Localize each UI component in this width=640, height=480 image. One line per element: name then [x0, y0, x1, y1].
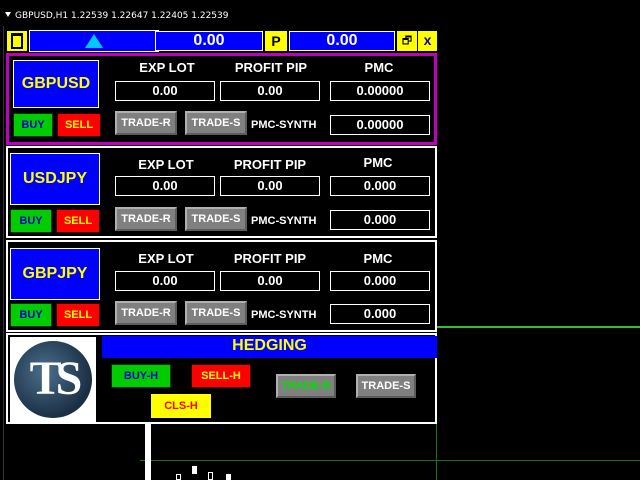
trade-r-button[interactable]: TRADE-R [115, 111, 177, 135]
pmc-synth-label: PMC-SYNTH [251, 215, 317, 227]
hedge-trade-s-button[interactable]: TRADE-S [356, 374, 416, 398]
profit-pip-label: PROFIT PIP [233, 251, 307, 266]
logo-text: TS [29, 352, 83, 405]
close-button[interactable]: x [418, 31, 437, 51]
bottom-panel: TS HEDGING BUY-H SELL-H CLS-H TRADE-R TR… [6, 333, 437, 424]
exp-lot-label: EXP LOT [139, 60, 195, 75]
trade-r-button[interactable]: TRADE-R [115, 207, 177, 231]
total-value-left: 0.00 [155, 31, 263, 51]
symbol-label[interactable]: GBPJPY [10, 248, 100, 300]
trade-r-button[interactable]: TRADE-R [115, 301, 177, 325]
buy-h-button[interactable]: BUY-H [111, 364, 171, 388]
triangle-up-icon [85, 34, 103, 48]
chart-left-border [3, 26, 4, 480]
pmc-synth-label: PMC-SYNTH [251, 119, 317, 131]
pmc-value: 0.000 [330, 271, 430, 291]
exp-lot-label: EXP LOT [138, 157, 194, 172]
chart-menu-arrow-icon[interactable] [5, 12, 11, 17]
exp-lot-value: 0.00 [115, 81, 215, 101]
pmc-value: 0.00000 [330, 81, 430, 101]
chart-candle [145, 422, 151, 480]
chart-symbol-info: GBPUSD,H1 1.22539 1.22647 1.22405 1.2253… [15, 11, 229, 21]
sell-button[interactable]: SELL [56, 303, 100, 327]
trade-s-button[interactable]: TRADE-S [185, 207, 247, 231]
pmc-label: PMC [363, 155, 393, 170]
chart-title-bar: GBPUSD,H1 1.22539 1.22647 1.22405 1.2253… [0, 0, 640, 30]
pmc-synth-value: 0.000 [330, 210, 430, 230]
cls-h-button[interactable]: CLS-H [151, 394, 211, 418]
symbol-panel-usdjpy[interactable]: USDJPY BUY SELL EXP LOT PROFIT PIP PMC 0… [6, 146, 437, 238]
profit-p-button[interactable]: P [265, 31, 287, 51]
trash-icon[interactable] [6, 30, 28, 52]
chart-candle [226, 474, 231, 480]
sell-h-button[interactable]: SELL-H [191, 364, 251, 388]
hedge-trade-r-button[interactable]: TRADE-R [276, 374, 336, 398]
symbol-label[interactable]: USDJPY [10, 153, 100, 205]
exp-lot-value: 0.00 [115, 176, 215, 196]
chart-candle [208, 472, 213, 480]
chart-grid-line [140, 460, 640, 461]
total-value-right: 0.00 [289, 31, 395, 51]
restore-window-icon[interactable]: 🗗 [397, 31, 417, 51]
chart-grid-line [436, 326, 640, 328]
hedging-header: HEDGING [102, 336, 437, 358]
symbol-panel-gbpusd[interactable]: GBPUSD BUY SELL EXP LOT PROFIT PIP PMC 0… [6, 53, 437, 145]
pmc-synth-value: 0.00000 [330, 115, 430, 135]
profit-pip-value: 0.00 [220, 271, 320, 291]
exp-lot-value: 0.00 [115, 271, 215, 291]
profit-pip-label: PROFIT PIP [234, 60, 308, 75]
sell-button[interactable]: SELL [57, 113, 101, 137]
symbol-panel-gbpjpy[interactable]: GBPJPY BUY SELL EXP LOT PROFIT PIP PMC 0… [6, 240, 437, 332]
pmc-label: PMC [364, 60, 394, 75]
buy-button[interactable]: BUY [10, 303, 52, 327]
logo-frame: TS [10, 337, 96, 422]
pmc-label: PMC [363, 251, 393, 266]
hedging-title: HEDGING [232, 337, 307, 354]
pmc-synth-label: PMC-SYNTH [251, 309, 317, 321]
pmc-value: 0.000 [330, 176, 430, 196]
ts-logo-icon: TS [14, 341, 92, 418]
trade-s-button[interactable]: TRADE-S [185, 301, 247, 325]
chart-candle [192, 466, 197, 474]
chart-candle [176, 474, 181, 480]
profit-pip-value: 0.00 [220, 176, 320, 196]
ea-toolbar: 0.00 P 0.00 🗗 x [6, 30, 437, 52]
symbol-label[interactable]: GBPUSD [13, 60, 99, 108]
sell-button[interactable]: SELL [56, 209, 100, 233]
buy-button[interactable]: BUY [10, 209, 52, 233]
buy-button[interactable]: BUY [13, 113, 53, 137]
collapse-toggle-button[interactable] [29, 30, 159, 52]
trade-s-button[interactable]: TRADE-S [185, 111, 247, 135]
profit-pip-value: 0.00 [220, 81, 320, 101]
exp-lot-label: EXP LOT [138, 251, 194, 266]
profit-pip-label: PROFIT PIP [233, 157, 307, 172]
pmc-synth-value: 0.000 [330, 304, 430, 324]
